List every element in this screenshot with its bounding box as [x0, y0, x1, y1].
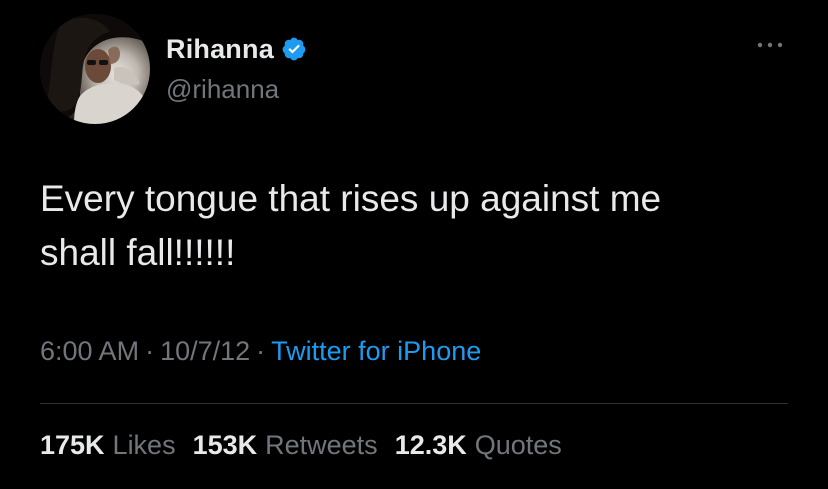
tweet-card: Rihanna @rihanna Every tongue that rises… [0, 0, 828, 489]
tweet-meta: 6:00 AM · 10/7/12 · Twitter for iPhone [40, 336, 481, 367]
tweet-stats: 175K Likes 153K Retweets 12.3K Quotes [40, 430, 579, 461]
verified-badge-icon [281, 36, 307, 62]
meta-separator: · [145, 336, 155, 366]
stat-value: 175K [40, 430, 105, 460]
author-handle[interactable]: @rihanna [166, 74, 279, 105]
avatar-photo [40, 14, 150, 124]
stat-label: Quotes [474, 430, 562, 460]
quotes-stat[interactable]: 12.3K Quotes [395, 430, 562, 461]
stat-label: Retweets [265, 430, 378, 460]
tweet-time[interactable]: 6:00 AM [40, 336, 139, 366]
tweet-source[interactable]: Twitter for iPhone [271, 336, 481, 366]
more-options-icon[interactable] [754, 38, 786, 52]
retweets-stat[interactable]: 153K Retweets [193, 430, 378, 461]
tweet-text: Every tongue that rises up against me sh… [40, 178, 662, 273]
author-row: Rihanna [166, 32, 307, 66]
avatar[interactable] [40, 14, 150, 124]
tweet-date[interactable]: 10/7/12 [160, 336, 250, 366]
stat-value: 153K [192, 430, 258, 460]
stat-label: Likes [112, 430, 176, 460]
display-name[interactable]: Rihanna [166, 34, 274, 65]
meta-separator: · [256, 336, 266, 366]
divider [40, 403, 788, 404]
likes-stat[interactable]: 175K Likes [40, 430, 176, 461]
stat-value: 12.3K [394, 430, 467, 460]
